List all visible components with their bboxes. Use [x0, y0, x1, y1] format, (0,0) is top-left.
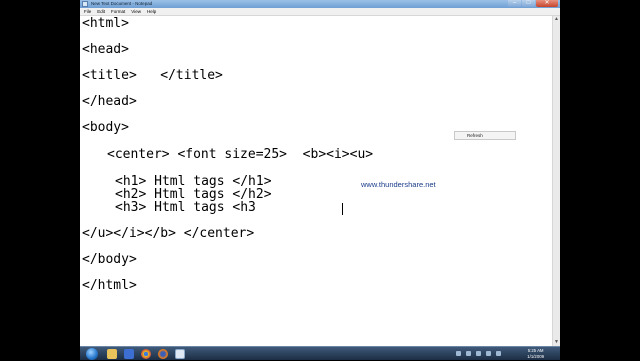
watermark-url: www.thundershare.net: [361, 180, 436, 189]
code-line: <head>: [82, 42, 129, 57]
code-line: <center> <font size=25> <b><i><u>: [107, 147, 374, 162]
text-editor[interactable]: <html> <head> <title> </title> </head> <…: [80, 16, 552, 346]
menu-format[interactable]: Format: [111, 9, 125, 14]
code-line: </body>: [82, 252, 137, 267]
notepad-window: New Text Document - Notepad – □ ✕ File E…: [80, 0, 560, 346]
notepad-icon[interactable]: [175, 349, 185, 359]
minimize-button[interactable]: –: [508, 0, 521, 7]
vertical-scrollbar[interactable]: ▲ ▼: [552, 16, 560, 346]
taskbar: 5:25 AM 1/1/2009: [80, 346, 560, 360]
menu-view[interactable]: View: [131, 9, 141, 14]
menu-file[interactable]: File: [84, 9, 91, 14]
firefox-icon[interactable]: [158, 349, 168, 359]
chrome-icon[interactable]: [141, 349, 151, 359]
tray-icon[interactable]: [456, 351, 461, 356]
text-caret: [342, 203, 343, 215]
refresh-tooltip[interactable]: Refresh: [454, 131, 516, 140]
media-player-icon[interactable]: [124, 349, 134, 359]
start-button-icon[interactable]: [86, 348, 98, 360]
scroll-down-icon[interactable]: ▼: [553, 339, 560, 346]
maximize-button[interactable]: □: [522, 0, 535, 7]
code-line: </u></i></b> </center>: [82, 226, 255, 241]
code-line: </head>: [82, 94, 137, 109]
scroll-up-icon[interactable]: ▲: [553, 16, 560, 23]
code-line: </html>: [82, 278, 137, 293]
volume-icon[interactable]: [496, 351, 501, 356]
code-line: <h3> Html tags <h3: [115, 200, 256, 215]
title-bar[interactable]: New Text Document - Notepad – □ ✕: [80, 0, 560, 8]
menu-bar: File Edit Format View Help: [80, 8, 560, 16]
system-tray: 5:25 AM 1/1/2009: [436, 347, 556, 361]
clock-time: 5:25 AM: [527, 348, 544, 353]
window-title: New Text Document - Notepad: [91, 1, 153, 6]
close-button[interactable]: ✕: [536, 0, 558, 7]
tray-icon[interactable]: [476, 351, 481, 356]
code-line: <html>: [82, 16, 129, 31]
clock-date: 1/1/2009: [527, 353, 544, 359]
notepad-icon: [82, 1, 88, 7]
window-controls: – □ ✕: [507, 0, 558, 7]
code-line: <title> </title>: [82, 68, 223, 83]
code-line: <body>: [82, 120, 129, 135]
clock[interactable]: 5:25 AM 1/1/2009: [527, 348, 544, 359]
menu-help[interactable]: Help: [147, 9, 156, 14]
menu-edit[interactable]: Edit: [97, 9, 105, 14]
explorer-icon[interactable]: [107, 349, 117, 359]
tray-icon[interactable]: [466, 351, 471, 356]
network-icon[interactable]: [486, 351, 491, 356]
